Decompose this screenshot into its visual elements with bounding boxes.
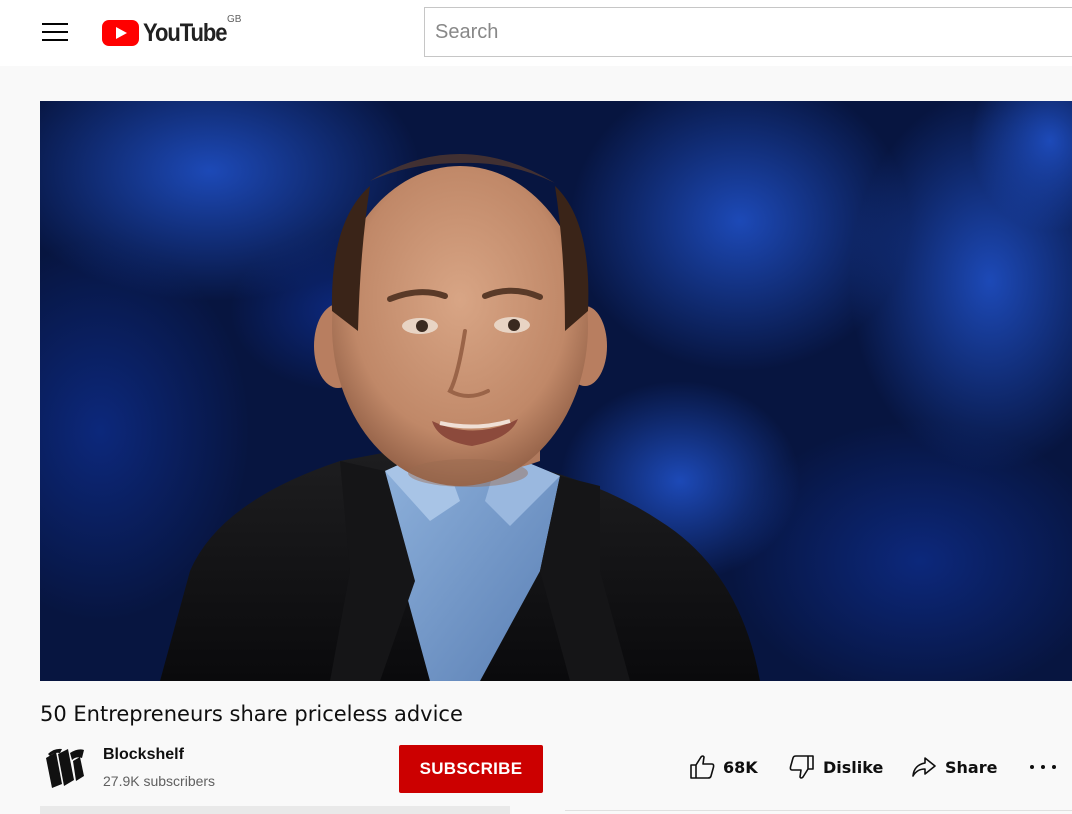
video-title: 50 Entrepreneurs share priceless advice [40, 702, 463, 726]
more-horizontal-icon[interactable] [1030, 760, 1056, 774]
divider [565, 810, 1072, 811]
share-label: Share [945, 757, 998, 777]
share-arrow-icon [912, 757, 936, 777]
like-count: 68K [723, 757, 758, 777]
channel-name[interactable]: Blockshelf [103, 746, 184, 764]
country-code: GB [227, 14, 242, 25]
subscriber-count: 27.9K subscribers [103, 773, 216, 789]
description-preview [40, 806, 510, 814]
thumbs-down-icon [789, 755, 814, 779]
subscribe-button[interactable]: SUBSCRIBE [399, 745, 543, 793]
share-button[interactable]: Share [910, 752, 997, 782]
dislike-label: Dislike [823, 757, 884, 777]
search-input[interactable] [425, 8, 1072, 56]
dislike-button[interactable]: Dislike [788, 752, 883, 782]
books-logo-icon[interactable] [40, 744, 86, 790]
masthead: YouTube GB [0, 0, 1072, 66]
logo-text: YouTube [143, 18, 228, 47]
thumbs-up-icon [690, 755, 715, 779]
youtube-logo[interactable]: YouTube [102, 18, 238, 48]
video-frame [40, 101, 1072, 681]
search-box [424, 7, 1072, 57]
youtube-play-icon [102, 20, 139, 46]
like-button[interactable]: 68K [688, 752, 758, 782]
hamburger-menu-icon[interactable] [42, 23, 68, 43]
video-player[interactable] [40, 101, 1072, 681]
